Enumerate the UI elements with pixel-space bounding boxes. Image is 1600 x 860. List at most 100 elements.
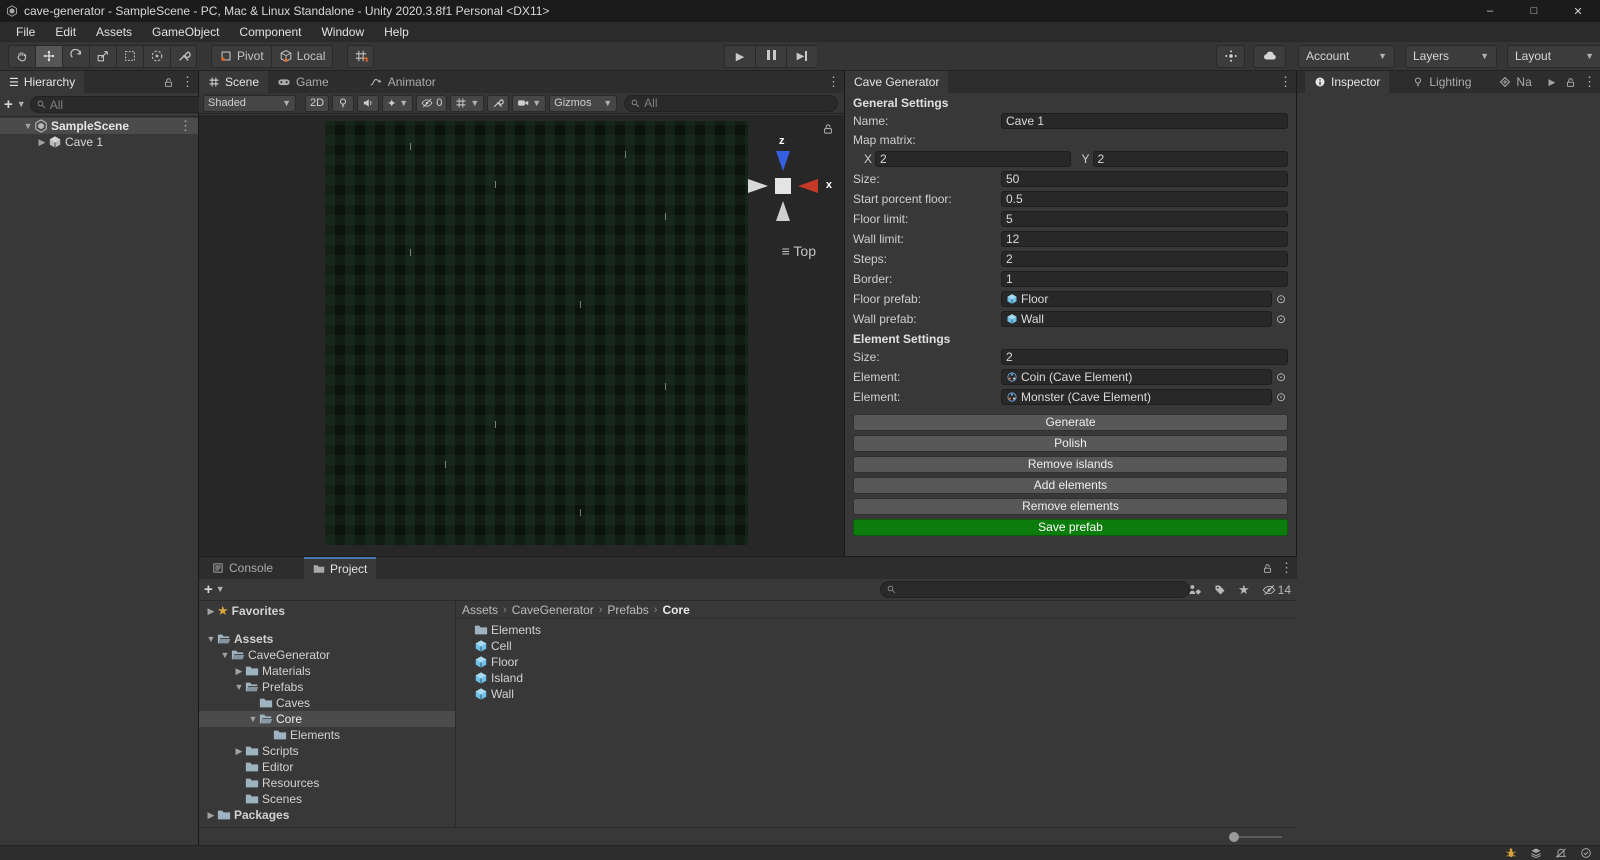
project-search-input[interactable] [900,582,1184,597]
orientation-gizmo[interactable]: z x [746,135,832,223]
services-button[interactable] [1216,44,1245,68]
tab-scene[interactable]: Scene [199,71,269,93]
grid-visibility-dropdown[interactable]: ▼ [450,94,485,112]
kebab-menu-icon[interactable]: ⋮ [1280,560,1293,576]
tree-item-prefabs[interactable]: ▼ Prefabs [199,679,455,695]
lock-icon[interactable] [1262,563,1273,574]
step-button[interactable]: ▶ [786,44,817,68]
foldout-open-icon[interactable]: ▼ [247,714,259,724]
tree-item-scripts[interactable]: ▶ Scripts [199,743,455,759]
layers-dropdown[interactable]: Layers ▼ [1405,44,1497,68]
element-size-field[interactable] [1001,349,1288,365]
cloud-button[interactable] [1253,44,1286,68]
map-x-field[interactable] [875,151,1071,167]
foldout-closed-icon[interactable]: ▶ [205,606,217,617]
menu-help[interactable]: Help [374,22,419,42]
pivot-toggle-button[interactable]: Pivot [211,44,271,68]
tab-inspector[interactable]: Inspector [1305,71,1390,93]
favorites-star-icon[interactable]: ★ [1238,582,1250,598]
name-field[interactable] [1001,113,1288,129]
axis-bottom-cone[interactable] [776,201,790,221]
tree-item-resources[interactable]: Resources [199,775,455,791]
slider-knob[interactable] [1229,832,1239,842]
pause-button[interactable] [755,44,786,68]
play-button[interactable]: ▶ [724,44,755,68]
kebab-menu-icon[interactable]: ⋮ [1583,74,1596,90]
steps-field[interactable] [1001,251,1288,267]
create-asset-button[interactable]: + [204,582,213,597]
rect-tool-button[interactable] [116,44,143,68]
tab-game[interactable]: Game [268,71,338,93]
menu-assets[interactable]: Assets [86,22,142,42]
chevron-down-icon[interactable]: ▼ [17,100,26,109]
add-object-button[interactable]: + [4,97,13,112]
foldout-open-icon[interactable]: ▼ [205,634,217,644]
lock-icon[interactable] [822,123,834,135]
tab-navigation[interactable]: Na [1490,71,1532,93]
grid-snap-button[interactable] [347,44,375,68]
search-by-type-icon[interactable] [1188,583,1202,597]
cache-stack-icon[interactable] [1530,847,1542,859]
foldout-open-icon[interactable]: ▼ [219,650,231,660]
thumbnail-size-slider[interactable] [1229,832,1282,842]
tab-overflow-icon[interactable]: ▶ [1546,77,1558,88]
breadcrumb-core[interactable]: Core [662,603,689,617]
hidden-count-button[interactable]: 14 [1262,583,1291,597]
asset-item-elements[interactable]: Elements [456,622,1296,638]
breadcrumb-prefabs[interactable]: Prefabs [607,603,648,617]
foldout-closed-icon[interactable]: ▶ [233,666,245,677]
layout-dropdown[interactable]: Layout ▼ [1507,44,1600,68]
wall-prefab-object-field[interactable]: Wall [1001,311,1272,327]
floor-prefab-object-field[interactable]: Floor [1001,291,1272,307]
tab-hierarchy[interactable]: ☰ Hierarchy [0,71,85,93]
draw-mode-dropdown[interactable]: Shaded ▼ [203,94,296,112]
scene-audio-toggle[interactable] [357,94,380,112]
start-percent-floor-field[interactable] [1001,191,1288,207]
wall-limit-field[interactable] [1001,231,1288,247]
axis-z-cone[interactable] [776,151,790,171]
menu-component[interactable]: Component [229,22,311,42]
menu-edit[interactable]: Edit [45,22,86,42]
polish-button[interactable]: Polish [853,435,1288,452]
asset-item-wall[interactable]: Wall [456,686,1296,702]
remove-elements-button[interactable]: Remove elements [853,498,1288,515]
hierarchy-row-samplescene[interactable]: ▼ SampleScene ⋮ [0,118,198,134]
account-dropdown[interactable]: Account ▼ [1298,44,1395,68]
object-picker-icon[interactable]: ⊙ [1274,370,1288,384]
scene-search[interactable] [624,94,838,112]
move-tool-button[interactable] [35,44,62,68]
hierarchy-search-input[interactable] [49,97,205,112]
hierarchy-search[interactable] [29,96,211,113]
tree-item-packages[interactable]: ▶ Packages [199,807,455,823]
gizmo-center-cube[interactable] [775,178,791,194]
minimize-button[interactable]: – [1468,0,1512,22]
scene-search-input[interactable] [644,96,832,110]
axis-left-cone[interactable] [748,179,768,193]
chevron-down-icon[interactable]: ▼ [216,585,225,594]
save-prefab-button[interactable]: Save prefab [853,519,1288,536]
tab-project[interactable]: Project [304,557,377,579]
object-picker-icon[interactable]: ⊙ [1274,292,1288,306]
debugger-bug-icon[interactable] [1505,847,1517,859]
search-by-label-icon[interactable] [1214,584,1226,596]
scene-viewport[interactable]: z x ≡ Top [199,115,844,556]
hidden-objects-button[interactable]: 0 [416,94,448,112]
universal-tool-button[interactable] [143,44,170,68]
foldout-closed-icon[interactable]: ▶ [36,137,48,148]
tree-item-elements[interactable]: Elements [199,727,455,743]
kebab-menu-icon[interactable]: ⋮ [1279,74,1292,90]
element-monster-object-field[interactable]: Monster (Cave Element) [1001,389,1272,405]
foldout-open-icon[interactable]: ▼ [233,682,245,692]
tree-item-favorites[interactable]: ▶ ★ Favorites [199,603,455,619]
foldout-closed-icon[interactable]: ▶ [205,810,217,821]
gizmos-dropdown[interactable]: Gizmos ▼ [549,94,618,112]
menu-window[interactable]: Window [311,22,374,42]
tab-animator[interactable]: Animator [360,71,445,93]
custom-tool-button[interactable] [170,44,197,68]
notifications-muted-icon[interactable] [1555,847,1567,859]
border-field[interactable] [1001,271,1288,287]
local-toggle-button[interactable]: Local [270,44,334,68]
maximize-button[interactable]: □ [1512,0,1556,22]
object-picker-icon[interactable]: ⊙ [1274,312,1288,326]
progress-check-icon[interactable] [1580,847,1592,859]
